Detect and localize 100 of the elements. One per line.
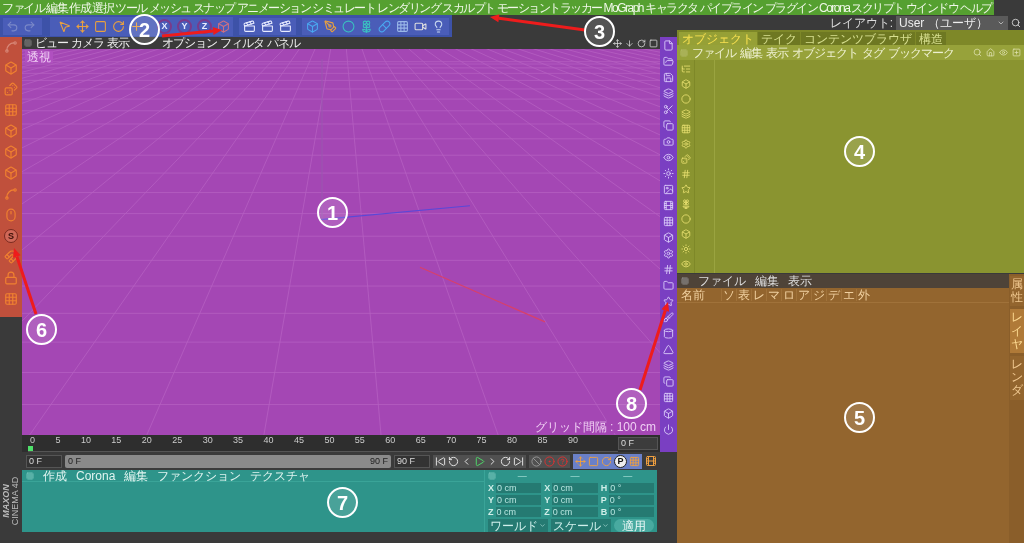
sun-icon[interactable] (663, 168, 674, 179)
search-icon[interactable] (1011, 17, 1021, 28)
cube-icon[interactable] (663, 232, 674, 243)
menu-item[interactable]: ファンクション (157, 469, 242, 482)
cube-icon[interactable] (217, 19, 230, 33)
clapperboard-icon[interactable] (261, 19, 274, 33)
menu-item[interactable]: 編集 (124, 469, 149, 482)
range-slider[interactable]: 0 F 90 F (65, 454, 391, 468)
circle-icon[interactable] (680, 214, 691, 224)
panel-tab[interactable]: オブジェクト (679, 32, 757, 45)
menu-item[interactable]: MoGraph (603, 1, 644, 14)
cube-icon[interactable] (4, 166, 18, 180)
redo-icon[interactable] (23, 19, 36, 33)
viewport-menu-item[interactable]: パネル (267, 37, 300, 49)
menu-item[interactable]: ウインドウ (905, 1, 959, 14)
cylinder-icon[interactable] (663, 328, 674, 339)
add-icon[interactable] (1012, 48, 1021, 57)
star-icon[interactable] (680, 184, 691, 194)
value-field[interactable]: 0 ° (609, 507, 654, 517)
file-icon[interactable] (663, 40, 674, 51)
clapperboard-icon[interactable] (243, 19, 256, 33)
play-icon[interactable] (474, 455, 485, 467)
magnet-icon[interactable] (4, 250, 18, 264)
panel-tab[interactable]: コンテンツブラウザ (801, 32, 915, 45)
side-tab[interactable]: レイヤ (1009, 309, 1024, 353)
folder-icon[interactable] (663, 56, 674, 67)
menu-item[interactable]: キャラクタ (645, 1, 698, 14)
film-icon[interactable] (645, 455, 657, 467)
circle-icon[interactable] (680, 94, 691, 104)
triangle-icon[interactable] (663, 344, 674, 355)
cube-icon[interactable] (663, 408, 674, 419)
snap-button[interactable]: S (4, 229, 18, 243)
menu-item[interactable]: 編集 (740, 46, 762, 59)
menu-item[interactable]: ヘルプ (960, 1, 992, 14)
axis-toggle[interactable]: Y (177, 18, 192, 34)
viewport-menu-item[interactable]: 表示 (107, 37, 129, 49)
power-icon[interactable] (663, 424, 674, 435)
sphere-icon[interactable] (342, 19, 355, 33)
lock-icon[interactable] (4, 271, 18, 285)
menu-item[interactable]: メッシュ (148, 1, 191, 14)
menu-item[interactable]: テクスチャ (250, 469, 311, 482)
mode-dropdown[interactable]: ワールド (488, 519, 548, 532)
menu-item[interactable]: ファイル (692, 46, 736, 59)
menu-item[interactable]: 作成 (43, 469, 67, 482)
pointer-icon[interactable] (58, 19, 71, 33)
end-frame-field[interactable]: 90 F (394, 454, 430, 468)
menu-item[interactable]: 作成 (69, 1, 90, 14)
key-parameter-button[interactable]: P (614, 454, 627, 468)
scale-icon[interactable] (94, 19, 107, 33)
viewport-menu-item[interactable]: カメラ (71, 37, 104, 49)
menu-item[interactable]: 選択 (92, 1, 113, 14)
grid-icon[interactable] (663, 392, 674, 403)
menu-item[interactable]: アニメーション (236, 1, 310, 14)
clapperboard-icon[interactable] (279, 19, 292, 33)
panel-tab[interactable]: 構造 (916, 32, 946, 45)
menu-item[interactable]: ブックマーク (888, 46, 954, 59)
menu-item[interactable]: Corona (819, 1, 850, 14)
image-icon[interactable] (663, 184, 674, 195)
viewport-menu-item[interactable]: ビュー (35, 37, 68, 49)
menu-item[interactable]: モーショントラッカー (496, 1, 602, 14)
copy-icon[interactable] (663, 376, 674, 387)
arrow-down-icon[interactable] (625, 38, 634, 48)
move-icon[interactable] (76, 19, 89, 33)
curve-icon[interactable] (4, 40, 18, 54)
menu-item[interactable]: レンダリング (377, 1, 440, 14)
menu-item[interactable]: 編集 (46, 1, 67, 14)
hash-icon[interactable] (663, 264, 674, 275)
eye-icon[interactable] (999, 48, 1008, 57)
pen-icon[interactable] (324, 19, 337, 33)
menu-item[interactable]: プラグイン (764, 1, 818, 14)
frame-field[interactable]: 0 F (618, 437, 658, 450)
value-field[interactable]: 0 cm (551, 507, 598, 517)
viewport-menu-item[interactable]: オプション (162, 37, 217, 49)
menu-item[interactable]: 表示 (766, 46, 788, 59)
square-icon[interactable] (649, 38, 658, 48)
menu-item[interactable]: スクリプト (851, 1, 904, 14)
menu-item[interactable]: スカルプト (442, 1, 495, 14)
grid-icon[interactable] (396, 19, 409, 33)
side-tab[interactable]: 属性 (1009, 276, 1024, 307)
film-icon[interactable] (663, 200, 674, 211)
grid-icon[interactable] (4, 103, 18, 117)
cube-icon[interactable] (4, 124, 18, 138)
dice-icon[interactable] (4, 82, 18, 96)
copy-icon[interactable] (663, 120, 674, 131)
axis-toggle[interactable]: X (157, 18, 172, 34)
menu-item[interactable]: ファイル (698, 275, 746, 287)
save-icon[interactable] (663, 72, 674, 83)
side-tab[interactable]: レンダ (1009, 355, 1024, 400)
menu-item[interactable]: Corona (76, 469, 116, 482)
menu-item[interactable]: スナップ (192, 1, 235, 14)
grid-icon[interactable] (629, 455, 640, 467)
flower-icon[interactable] (360, 19, 373, 33)
cube-icon[interactable] (306, 19, 319, 33)
tree-icon[interactable] (680, 64, 691, 74)
menu-item[interactable]: 表示 (788, 275, 812, 287)
camera-icon[interactable] (663, 136, 674, 147)
scissors-icon[interactable] (663, 104, 674, 115)
skip-forward-icon[interactable] (513, 455, 524, 467)
layers-icon[interactable] (680, 109, 691, 119)
flower-icon[interactable] (680, 199, 691, 209)
